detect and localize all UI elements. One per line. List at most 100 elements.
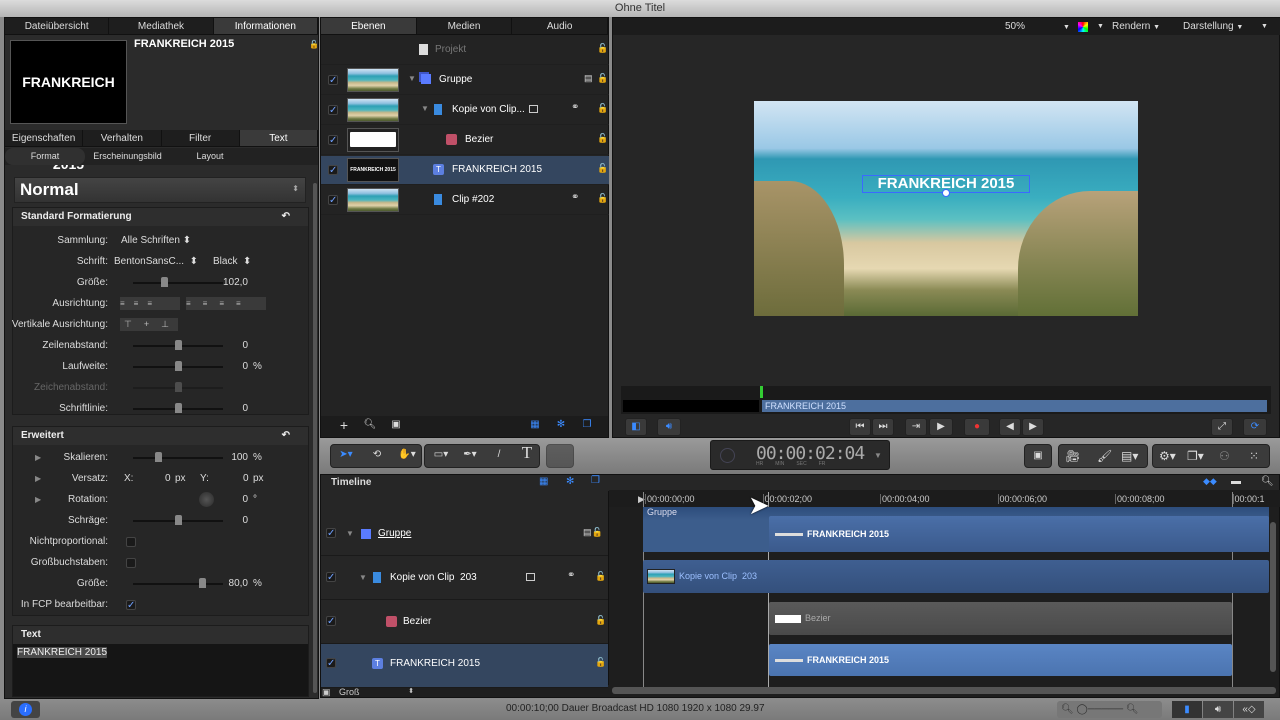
disclosure-triangle-icon[interactable]: ▼	[408, 74, 416, 83]
horizontal-align-buttons[interactable]: ≡≡≡	[120, 297, 180, 310]
disclosure-triangle-icon[interactable]: ▼	[359, 573, 367, 582]
y-value[interactable]: 0	[243, 468, 249, 489]
disclosure-triangle-icon[interactable]: ▼	[421, 104, 429, 113]
behaviors-icon[interactable]: ⚙▾	[1159, 445, 1176, 467]
tab-eigenschaften[interactable]: Eigenschaften	[5, 130, 84, 146]
fullscreen-icon[interactable]: ⤢	[1211, 418, 1233, 436]
show-audio-icon[interactable]: 🔊︎	[1203, 701, 1233, 718]
track-checkbox[interactable]: ✓	[326, 616, 336, 627]
go-to-end-icon[interactable]: ⏭︎	[872, 418, 894, 436]
layer-row[interactable]: ✓ Bezier 🔓	[321, 126, 609, 155]
reset-icon[interactable]: ↶	[282, 208, 290, 226]
timeline-hscrollbar[interactable]	[612, 687, 1276, 694]
timecode-display[interactable]: 00:00:02:04 HR MIN SEC FR ▼	[710, 440, 890, 470]
lock-icon[interactable]: 🔓	[309, 40, 319, 49]
anchor-point-handle[interactable]	[942, 189, 950, 197]
track-header-kopie[interactable]: ✓ ▼ Kopie von Clip 203 ⚭ 🔓	[321, 556, 608, 600]
zoom-dropdown[interactable]: 50% ▼	[1005, 18, 1070, 36]
reset-icon[interactable]: ↶	[282, 427, 290, 445]
lock-icon[interactable]: 🔓	[595, 657, 606, 668]
lock-icon[interactable]: 🔓	[597, 103, 608, 113]
replicate-icon[interactable]: ⚇	[1219, 445, 1230, 467]
font-family-select[interactable]: BentonSansC... ⬍	[114, 251, 198, 272]
show-keyframes-icon[interactable]: «◇	[1234, 701, 1264, 718]
info-icon[interactable]: i	[11, 701, 40, 718]
show-thumbnails-icon[interactable]: ▦	[539, 476, 548, 487]
play-icon[interactable]: ▶	[929, 418, 953, 436]
tab-filter[interactable]: Filter	[162, 130, 240, 146]
show-video-icon[interactable]: ▮	[1172, 701, 1202, 718]
group-options-icon[interactable]: ▤	[584, 73, 593, 84]
time-ruler[interactable]: 00:00:00;00 00:00:02;00 00:00:04;00 00:00:0…	[609, 490, 1280, 507]
bezier-tool-icon[interactable]: ✒▾	[456, 447, 484, 465]
prev-frame-icon[interactable]: ◀	[999, 418, 1021, 436]
layer-row[interactable]: ✓ ▼ Kopie von Clip... ⚭ 🔓	[321, 96, 609, 125]
audio-icon[interactable]: 🔊︎	[657, 418, 681, 436]
tab-mediathek[interactable]: Mediathek	[109, 18, 214, 34]
timeline-zoom-slider[interactable]: 🔍︎ ◯───── 🔍︎	[1057, 701, 1162, 718]
camera-icon[interactable]: 🎥︎	[1065, 445, 1080, 467]
schriftlinie-value[interactable]: 0	[198, 398, 248, 419]
layer-project[interactable]: Projekt 🔓	[321, 36, 609, 65]
lock-icon[interactable]: ▤🔓	[583, 527, 603, 538]
mini-timeline-bar[interactable]: FRANKREICH 2015	[762, 400, 1267, 412]
lock-icon[interactable]: 🔓	[597, 163, 608, 173]
link-icon[interactable]: ⚭	[567, 570, 575, 581]
timeline-bar-frankreich[interactable]: FRANKREICH 2015	[769, 644, 1232, 676]
track-header-frankreich[interactable]: ✓ T FRANKREICH 2015 🔓	[321, 644, 608, 688]
search-icon[interactable]: 🔍︎	[359, 417, 381, 435]
channels-dropdown-icon[interactable]: ▼	[1097, 18, 1104, 35]
rotation-value[interactable]: 0	[198, 489, 248, 510]
view-menu[interactable]: Darstellung ▼	[1183, 18, 1243, 36]
loop-icon[interactable]: ⟳	[1243, 418, 1267, 436]
mini-timeline[interactable]: FRANKREICH 2015	[621, 386, 1271, 414]
tab-audio[interactable]: Audio	[512, 18, 609, 34]
track-checkbox[interactable]: ✓	[326, 528, 336, 539]
timeline-vscrollbar[interactable]	[1270, 522, 1276, 672]
timeline-bar-frankreich-group[interactable]: FRANKREICH 2015	[769, 516, 1269, 552]
size-value[interactable]: 102,0	[198, 272, 248, 293]
layer-row[interactable]: ✓ Clip #202 ⚭ 🔓	[321, 186, 609, 215]
subtab-layout[interactable]: Layout	[170, 148, 250, 165]
show-thumbnails-icon[interactable]: ▦	[524, 417, 546, 435]
zeilenabstand-value[interactable]: 0	[198, 335, 248, 356]
layer-row[interactable]: ✓ ▼ Gruppe ▤ 🔓	[321, 66, 609, 95]
layer-checkbox[interactable]: ✓	[328, 135, 338, 146]
particles-icon[interactable]: ⁙	[1249, 445, 1259, 467]
next-frame-icon[interactable]: ▶	[1022, 418, 1044, 436]
x-value[interactable]: 0	[165, 468, 171, 489]
link-icon[interactable]: ⚭	[571, 192, 579, 203]
add-icon[interactable]: +	[333, 417, 355, 435]
filters-icon[interactable]: ❐▾	[1187, 445, 1204, 467]
sammlung-select[interactable]: Alle Schriften ⬍	[121, 230, 191, 251]
paint-icon[interactable]: 🖌︎	[1097, 445, 1112, 467]
nichtproportional-checkbox[interactable]	[126, 537, 136, 547]
rectangle-tool-icon[interactable]: ▭▾	[427, 447, 455, 465]
link-icon[interactable]: ⚭	[571, 102, 579, 113]
lock-icon[interactable]: 🔓	[597, 193, 608, 203]
show-behaviors-icon[interactable]: ✻	[566, 476, 574, 487]
show-layers-icon[interactable]: ❐	[591, 475, 600, 486]
disclosure-triangle-icon[interactable]: ▼	[346, 529, 354, 538]
select-tool-icon[interactable]: ➤▾	[331, 447, 361, 465]
preset-dropdown[interactable]: Normal ⬍	[14, 177, 306, 203]
lock-icon[interactable]: 🔓	[595, 571, 606, 582]
record-icon[interactable]: ●	[964, 418, 990, 436]
subtab-format[interactable]: Format	[5, 148, 85, 165]
layer-checkbox[interactable]: ✓	[328, 165, 338, 176]
zoom-to-playhead-icon[interactable]: 🔍︎	[1261, 476, 1274, 487]
skalieren-value[interactable]: 100	[198, 447, 248, 468]
paint-stroke-icon[interactable]: /	[485, 447, 513, 465]
render-menu[interactable]: Rendern ▼	[1112, 18, 1160, 36]
layer-row-selected[interactable]: ✓ FRANKREICH 2015 T FRANKREICH 2015 🔓	[321, 156, 609, 185]
keyframe-nav-icon[interactable]: ◆◆	[1203, 476, 1217, 487]
track-checkbox[interactable]: ✓	[326, 658, 336, 669]
track-checkbox[interactable]: ✓	[326, 572, 336, 583]
lock-icon[interactable]: 🔓	[595, 615, 606, 626]
snap-icon[interactable]: ▬	[1231, 476, 1241, 487]
tab-informationen[interactable]: Informationen	[213, 18, 318, 34]
layer-checkbox[interactable]: ✓	[328, 105, 338, 116]
inspector-scrollbar[interactable]	[313, 183, 317, 693]
timecode-dropdown-icon[interactable]: ▼	[874, 451, 882, 460]
text-editor[interactable]: FRANKREICH 2015	[13, 644, 308, 696]
